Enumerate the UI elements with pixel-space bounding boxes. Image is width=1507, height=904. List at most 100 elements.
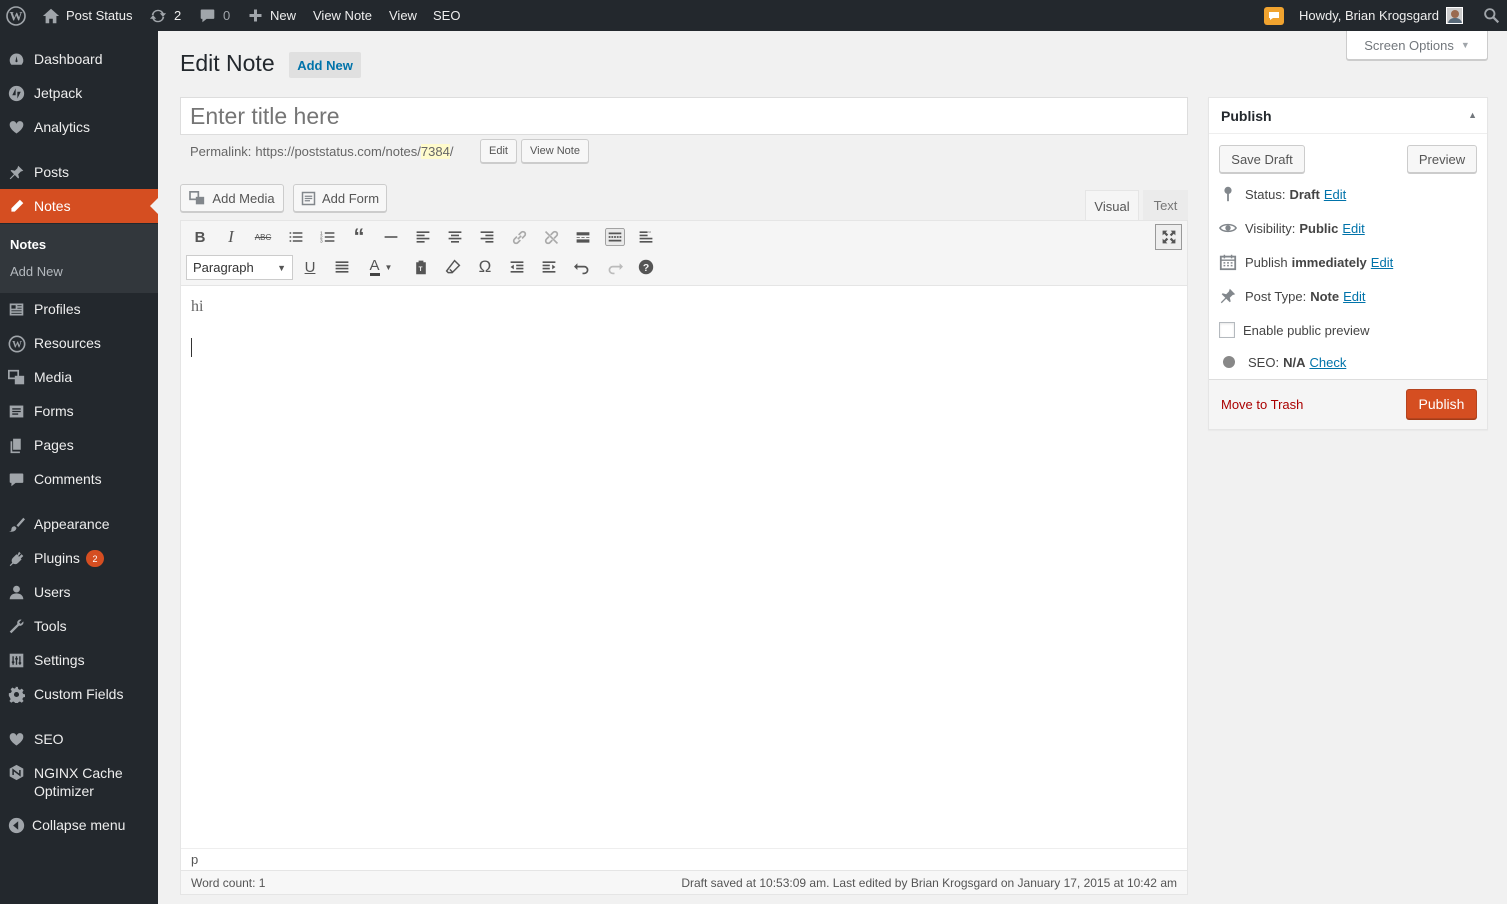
collapse-arrow-icon[interactable]: ▲: [1468, 110, 1477, 120]
publish-button[interactable]: Publish: [1406, 389, 1477, 419]
sidebar-item-jetpack[interactable]: Jetpack: [0, 76, 158, 110]
schedule-edit-link[interactable]: Edit: [1371, 255, 1393, 270]
current-menu-arrow: [150, 198, 158, 214]
fullscreen-icon[interactable]: [1155, 224, 1182, 250]
undo-icon[interactable]: [572, 257, 592, 277]
seo-bar-link[interactable]: SEO: [433, 0, 460, 31]
visibility-edit-link[interactable]: Edit: [1342, 221, 1364, 236]
outdent-icon[interactable]: [507, 257, 527, 277]
sidebar-item-appearance[interactable]: Appearance: [0, 507, 158, 541]
add-media-icon: [189, 190, 206, 206]
numbered-list-icon[interactable]: 123: [318, 227, 338, 247]
svg-text:3: 3: [320, 239, 323, 245]
sidebar-item-comments[interactable]: Comments: [0, 462, 158, 496]
justify-icon[interactable]: [332, 257, 352, 277]
submenu-add-new[interactable]: Add New: [10, 264, 63, 279]
sidebar-item-nginx-cache-optimizer[interactable]: NGINX Cache Optimizer: [0, 760, 158, 804]
analytics-icon: [8, 119, 25, 136]
bullet-list-icon[interactable]: [286, 227, 306, 247]
distraction-free-icon[interactable]: “: [636, 227, 656, 247]
add-new-button[interactable]: Add New: [289, 52, 361, 78]
wordpress-logo-icon[interactable]: W: [6, 0, 26, 31]
view-note-link[interactable]: View Note: [313, 0, 372, 31]
move-to-trash-link[interactable]: Move to Trash: [1221, 397, 1303, 412]
new-content-link[interactable]: New: [248, 0, 296, 31]
editor-content[interactable]: hi: [191, 298, 203, 316]
my-account-link[interactable]: Howdy, Brian Krogsgard: [1299, 0, 1463, 31]
sidebar-item-label: Resources: [34, 335, 101, 351]
sidebar-item-media[interactable]: Media: [0, 360, 158, 394]
sidebar-item-profiles[interactable]: Profiles: [0, 292, 158, 326]
forms-icon: [8, 403, 25, 420]
screen-options-button[interactable]: Screen Options ▼: [1346, 31, 1488, 60]
view-link[interactable]: View: [389, 0, 417, 31]
read-more-icon[interactable]: [573, 227, 593, 247]
align-left-icon[interactable]: [413, 227, 433, 247]
permalink-label: Permalink:: [190, 143, 252, 159]
seo-status-dot-icon: [1223, 356, 1235, 368]
permalink-base[interactable]: https://poststatus.com/notes/: [255, 144, 420, 159]
public-preview-checkbox[interactable]: [1219, 322, 1235, 338]
align-center-icon[interactable]: [445, 227, 465, 247]
bold-icon[interactable]: B: [190, 227, 210, 247]
tab-text[interactable]: Text: [1143, 190, 1188, 220]
save-draft-button[interactable]: Save Draft: [1219, 145, 1305, 173]
post-type-edit-link[interactable]: Edit: [1343, 289, 1365, 304]
sidebar-item-dashboard[interactable]: Dashboard: [0, 42, 158, 76]
title-input[interactable]: [180, 97, 1188, 135]
public-preview-label[interactable]: Enable public preview: [1243, 323, 1369, 338]
sidebar-item-seo[interactable]: SEO: [0, 722, 158, 756]
seo-check-link[interactable]: Check: [1309, 355, 1346, 370]
insert-link-icon[interactable]: [509, 227, 529, 247]
clear-formatting-icon[interactable]: [443, 257, 463, 277]
add-media-button[interactable]: Add Media: [180, 184, 284, 212]
remove-link-icon[interactable]: [541, 227, 561, 247]
post-type-row: Post Type: Note Edit: [1219, 286, 1365, 306]
redo-icon[interactable]: [604, 257, 624, 277]
blockquote-icon[interactable]: “: [349, 226, 369, 248]
add-form-button[interactable]: Add Form: [293, 184, 387, 212]
sidebar-item-settings[interactable]: Settings: [0, 643, 158, 677]
permalink-slug[interactable]: 7384: [420, 143, 450, 159]
search-icon[interactable]: [1483, 0, 1500, 31]
indent-icon[interactable]: [539, 257, 559, 277]
comments-link[interactable]: 0: [199, 0, 230, 31]
sidebar-item-notes[interactable]: Notes: [0, 189, 158, 223]
sidebar-item-forms[interactable]: Forms: [0, 394, 158, 428]
sidebar-item-users[interactable]: Users: [0, 575, 158, 609]
notification-icon[interactable]: [1264, 0, 1284, 31]
view-note-button[interactable]: View Note: [521, 139, 589, 163]
visibility-label: Visibility:: [1245, 220, 1296, 236]
publish-title: Publish: [1221, 108, 1272, 124]
sidebar-item-posts[interactable]: Posts: [0, 155, 158, 189]
updates-link[interactable]: 2: [149, 0, 181, 31]
avatar: [1445, 7, 1463, 24]
sidebar-item-resources[interactable]: W Resources: [0, 326, 158, 360]
sidebar-item-analytics[interactable]: Analytics: [0, 110, 158, 144]
help-icon[interactable]: ?: [636, 257, 656, 277]
special-character-icon[interactable]: Ω: [475, 257, 495, 277]
format-select[interactable]: Paragraph ▼: [186, 255, 293, 280]
preview-button[interactable]: Preview: [1407, 145, 1477, 173]
strikethrough-icon[interactable]: ABC: [253, 227, 273, 247]
permalink-edit-button[interactable]: Edit: [480, 139, 517, 163]
sidebar-item-label: Analytics: [34, 119, 91, 135]
toolbar-toggle-icon[interactable]: [605, 227, 625, 247]
horizontal-line-icon[interactable]: [381, 227, 401, 247]
italic-icon[interactable]: I: [221, 227, 241, 247]
paste-text-icon[interactable]: T: [411, 257, 431, 277]
underline-icon[interactable]: U: [300, 257, 320, 277]
sidebar-item-tools[interactable]: Tools: [0, 609, 158, 643]
sidebar-item-label: Comments: [34, 471, 102, 487]
publish-header[interactable]: Publish ▲: [1209, 98, 1487, 134]
align-right-icon[interactable]: [477, 227, 497, 247]
sidebar-item-pages[interactable]: Pages: [0, 428, 158, 462]
submenu-notes[interactable]: Notes: [10, 237, 46, 252]
sidebar-item-collapse-menu[interactable]: Collapse menu: [0, 808, 158, 842]
text-color-icon[interactable]: A ▼: [366, 257, 396, 277]
status-edit-link[interactable]: Edit: [1324, 187, 1346, 202]
sidebar-item-plugins[interactable]: Plugins 2: [0, 541, 158, 575]
tab-visual[interactable]: Visual: [1085, 190, 1139, 221]
site-name-link[interactable]: Post Status: [42, 0, 132, 31]
sidebar-item-custom-fields[interactable]: Custom Fields: [0, 677, 158, 711]
